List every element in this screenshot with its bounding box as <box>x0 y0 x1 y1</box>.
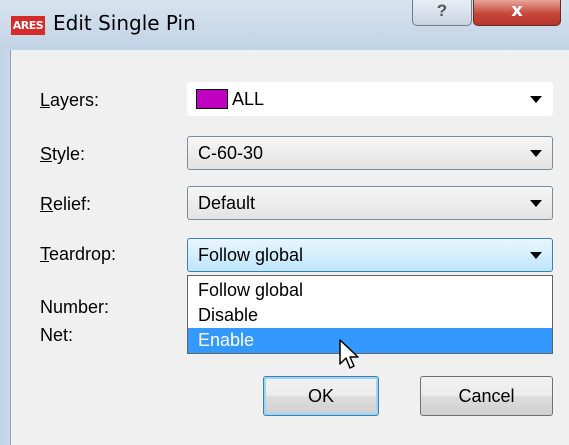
chevron-down-icon <box>530 150 542 157</box>
teardrop-dropdown[interactable]: Follow global <box>187 238 553 272</box>
window-frame <box>0 50 10 445</box>
mouse-pointer-icon <box>339 339 359 369</box>
close-button[interactable]: x <box>473 0 561 26</box>
relief-label: Relief: <box>40 194 91 215</box>
layers-label-text: ayers: <box>50 90 100 110</box>
style-label-accelerator: S <box>40 144 53 164</box>
teardrop-label-text: eardrop: <box>49 244 117 264</box>
chevron-down-icon <box>530 96 542 103</box>
number-label: Number: <box>40 297 110 317</box>
cancel-button[interactable]: Cancel <box>420 376 553 416</box>
layers-value: ALL <box>232 89 265 109</box>
style-dropdown[interactable]: C-60-30 <box>187 136 553 170</box>
app-logo-icon: ARES <box>11 16 45 35</box>
ok-button[interactable]: OK <box>263 376 379 416</box>
style-value: C-60-30 <box>198 143 264 163</box>
style-label: Style: <box>40 144 85 165</box>
relief-label-text: elief: <box>53 194 92 214</box>
option-enable[interactable]: Enable <box>188 328 552 353</box>
relief-label-accelerator: R <box>40 194 53 214</box>
teardrop-options-list: Follow global Disable Enable <box>187 275 553 354</box>
help-button[interactable]: ? <box>412 0 472 26</box>
layer-color-swatch <box>196 89 228 109</box>
style-label-text: tyle: <box>52 144 86 164</box>
chevron-down-icon <box>530 252 542 259</box>
teardrop-label: Teardrop: <box>40 244 116 265</box>
layers-label: Layers: <box>40 90 99 111</box>
layers-label-accelerator: L <box>40 90 51 110</box>
option-follow-global[interactable]: Follow global <box>188 278 552 303</box>
option-disable[interactable]: Disable <box>188 303 552 328</box>
teardrop-label-accelerator: T <box>40 244 49 264</box>
net-label: Net: <box>40 325 74 345</box>
window-title: Edit Single Pin <box>53 11 196 35</box>
relief-dropdown[interactable]: Default <box>187 186 553 220</box>
teardrop-value: Follow global <box>198 245 304 265</box>
chevron-down-icon <box>530 200 542 207</box>
title-bar: ARES Edit Single Pin ? x <box>0 0 569 50</box>
relief-value: Default <box>198 193 256 213</box>
layers-dropdown[interactable]: ALL <box>187 82 553 116</box>
